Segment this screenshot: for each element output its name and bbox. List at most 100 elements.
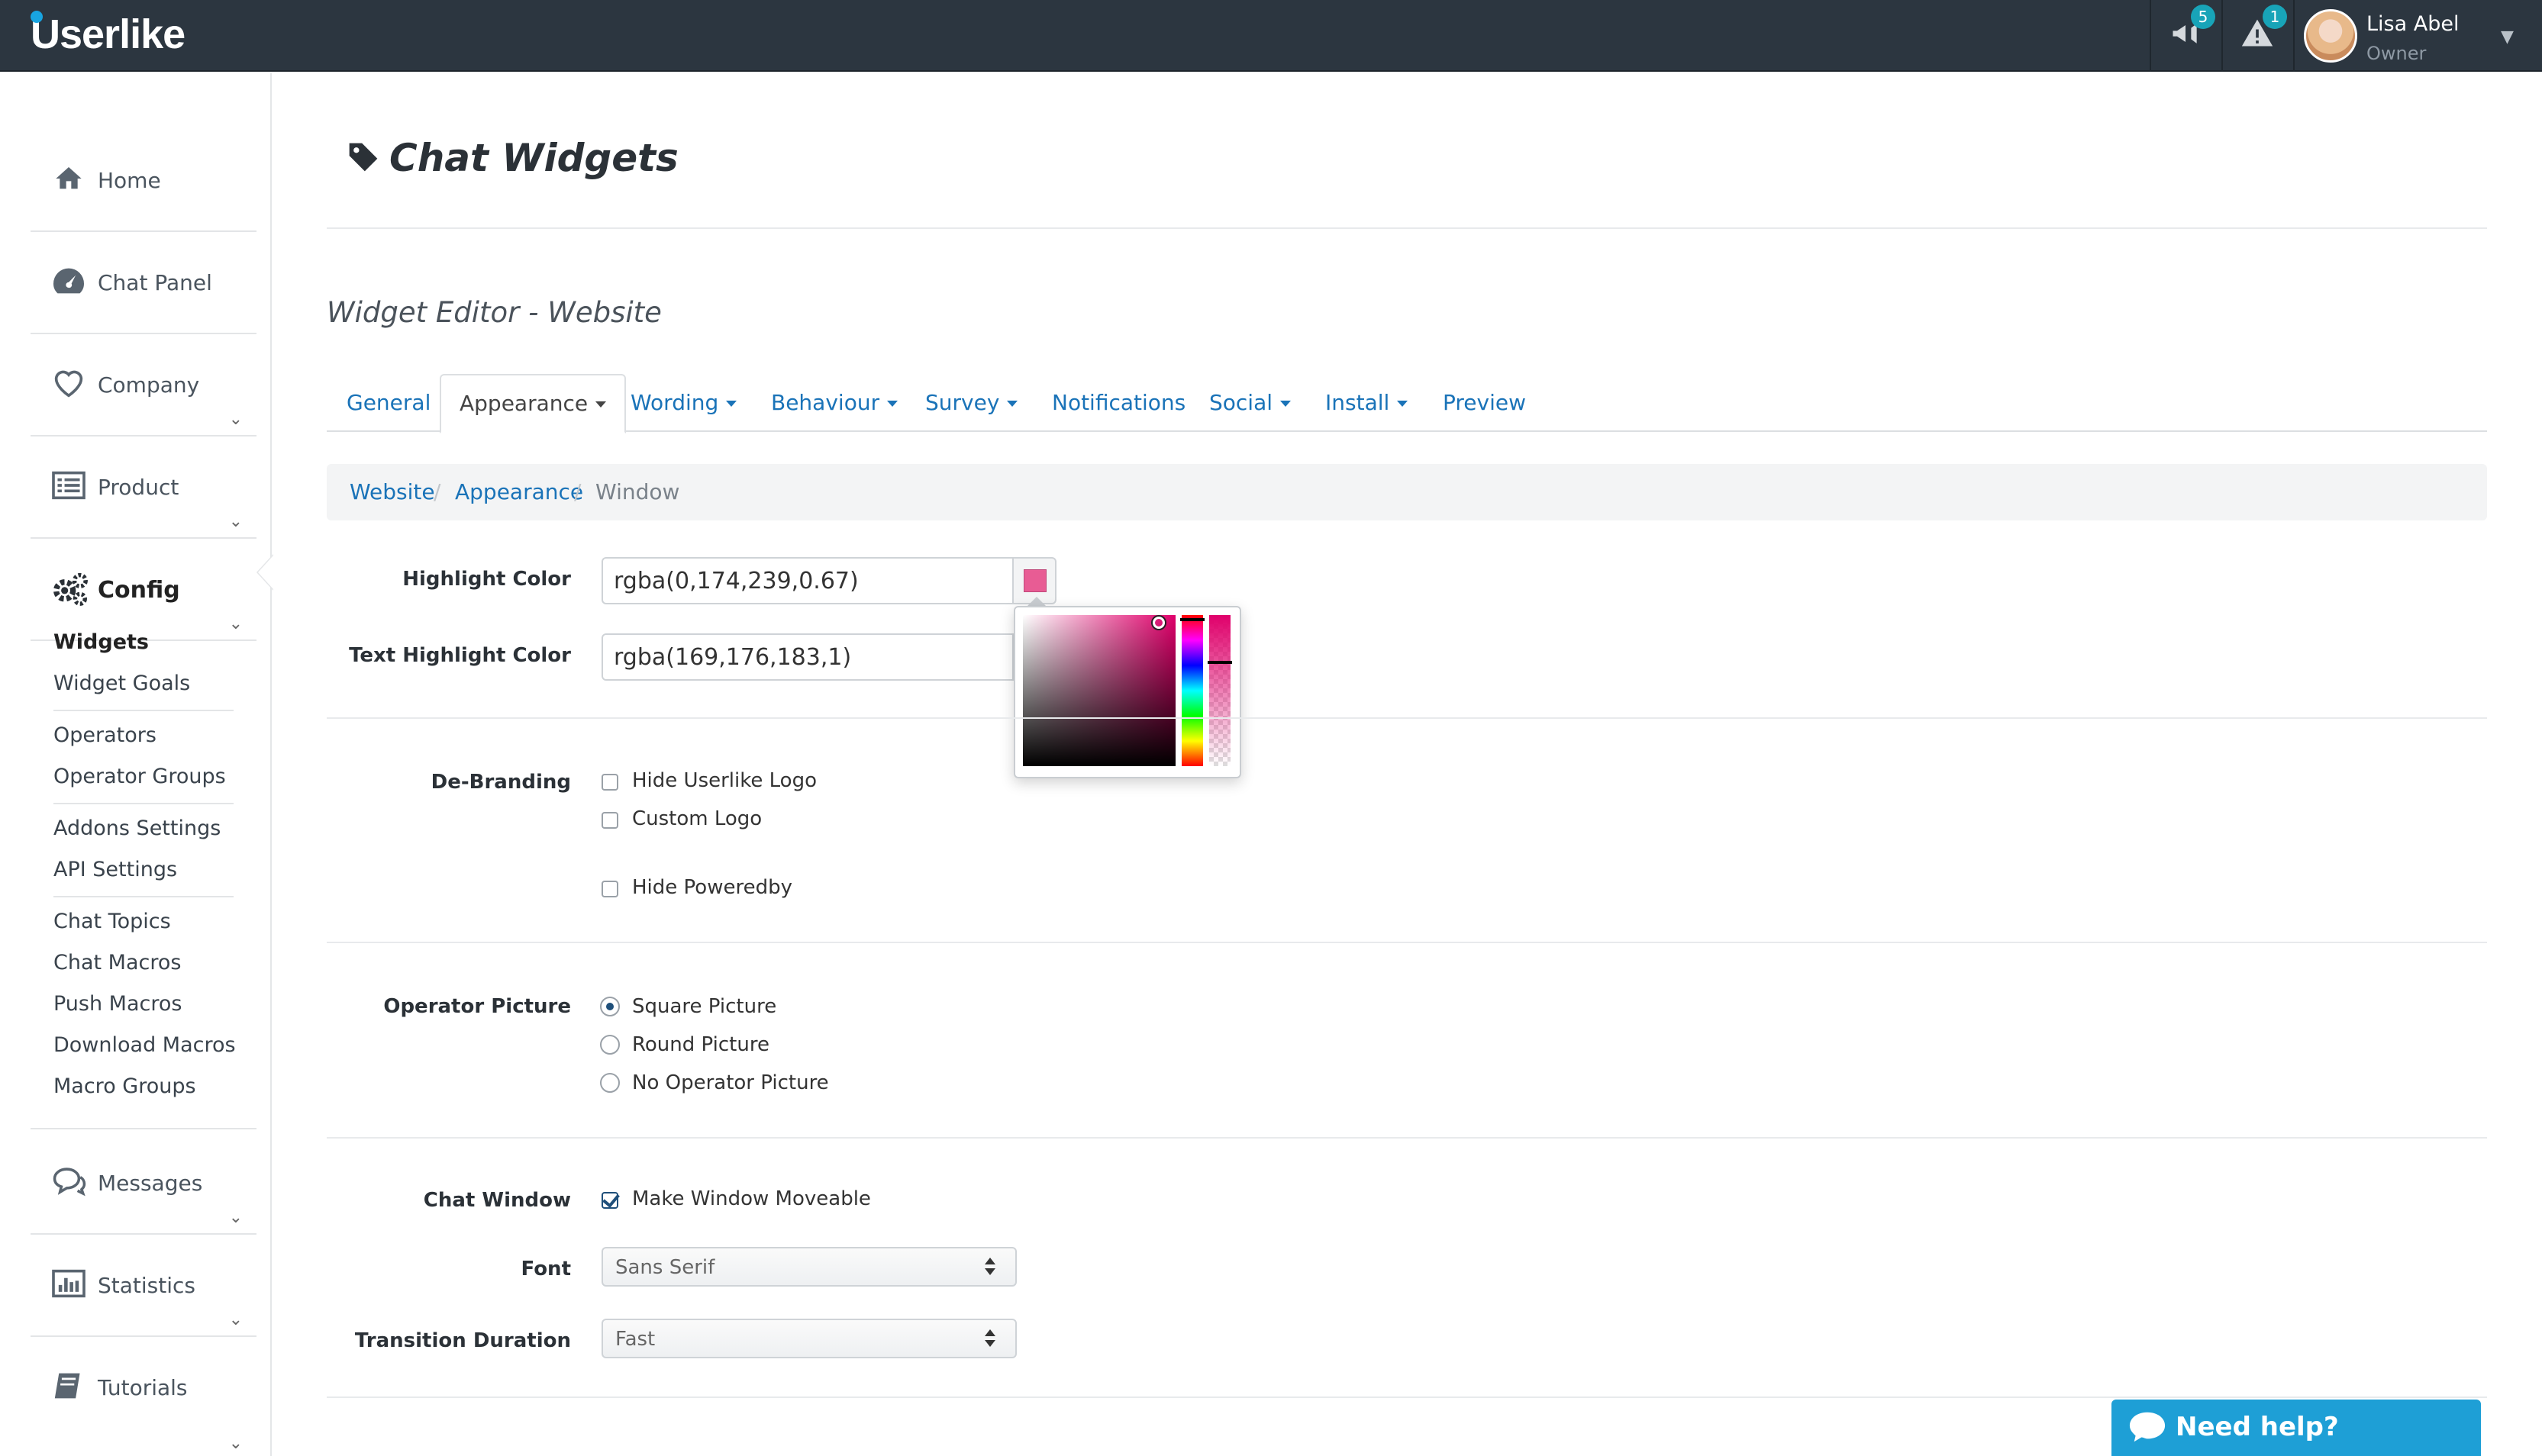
select-arrows-icon xyxy=(985,1258,995,1277)
section-subtitle: Widget Editor - Website xyxy=(327,296,662,329)
hue-slider[interactable] xyxy=(1182,615,1203,766)
sidebar-subitem-widget-goals[interactable]: Widget Goals xyxy=(53,672,190,695)
alpha-slider[interactable] xyxy=(1209,615,1231,766)
chat-bubbles-icon xyxy=(52,1166,86,1197)
chevron-down-icon[interactable]: ⌄ xyxy=(229,512,243,531)
tab-wording[interactable]: Wording xyxy=(631,374,737,432)
chevron-down-icon[interactable]: ⌄ xyxy=(229,614,243,633)
breadcrumb: Website / Appearance / Window xyxy=(327,464,2487,520)
breadcrumb-appearance[interactable]: Appearance xyxy=(455,479,583,504)
sidebar-subitem-chat-macros[interactable]: Chat Macros xyxy=(53,951,181,974)
tab-label: Social xyxy=(1209,390,1273,415)
text-highlight-color-input[interactable]: rgba(169,176,183,1) xyxy=(602,633,1014,681)
font-select-value: Sans Serif xyxy=(615,1256,715,1279)
tab-label: Appearance xyxy=(460,391,589,416)
chat-window-label: Chat Window xyxy=(423,1189,571,1212)
caret-down-icon xyxy=(595,401,607,407)
need-help-button[interactable]: Need help? xyxy=(2111,1400,2481,1456)
sidebar-item-label: Company xyxy=(98,372,200,398)
select-arrows-icon xyxy=(985,1329,995,1349)
tab-survey[interactable]: Survey xyxy=(925,374,1018,432)
moveable-window-checkbox[interactable] xyxy=(602,1192,618,1209)
chat-bubble-icon xyxy=(2129,1412,2166,1442)
transition-select-value: Fast xyxy=(615,1328,656,1351)
color-picker-popover xyxy=(1014,606,1241,778)
picker-pointer xyxy=(1027,597,1046,606)
caret-down-icon xyxy=(1397,401,1408,407)
sidebar-item-home[interactable]: Home xyxy=(31,130,256,232)
tab-notifications[interactable]: Notifications xyxy=(1052,374,1186,432)
custom-logo-label: Custom Logo xyxy=(632,807,763,830)
breadcrumb-website[interactable]: Website xyxy=(350,479,435,504)
sidebar-subitem-api-settings[interactable]: API Settings xyxy=(53,858,177,881)
sidebar-item-company[interactable]: Company ⌄ xyxy=(31,334,256,436)
square-picture-radio[interactable] xyxy=(600,997,620,1016)
highlight-color-input[interactable]: rgba(0,174,239,0.67) xyxy=(602,557,1014,604)
logo-dot xyxy=(31,11,43,23)
chevron-down-icon[interactable]: ⌄ xyxy=(229,1434,243,1453)
square-picture-label: Square Picture xyxy=(632,995,777,1018)
user-role: Owner xyxy=(2366,43,2427,64)
tab-preview[interactable]: Preview xyxy=(1443,374,1526,432)
dashboard-icon xyxy=(52,266,85,296)
heart-icon xyxy=(52,368,85,398)
sidebar-item-label: Chat Panel xyxy=(98,270,212,295)
divider xyxy=(327,717,2487,719)
tab-label: Wording xyxy=(631,390,719,415)
sidebar-subitem-push-macros[interactable]: Push Macros xyxy=(53,992,182,1016)
text-highlight-color-label: Text Highlight Color xyxy=(349,644,571,667)
divider xyxy=(327,1396,2487,1398)
sidebar-item-label: Tutorials xyxy=(98,1375,188,1400)
chevron-down-icon[interactable]: ⌄ xyxy=(229,410,243,429)
tab-general[interactable]: General xyxy=(347,374,431,432)
announcements-badge: 5 xyxy=(2191,5,2215,29)
sidebar-subitem-operators[interactable]: Operators xyxy=(53,723,156,747)
tab-label: Install xyxy=(1325,390,1390,415)
tab-label: Behaviour xyxy=(771,390,880,415)
sidebar-item-tutorials[interactable]: Tutorials ⌄ xyxy=(31,1337,256,1453)
breadcrumb-separator: / xyxy=(434,479,441,504)
tab-behaviour[interactable]: Behaviour xyxy=(771,374,898,432)
sidebar-item-statistics[interactable]: Statistics ⌄ xyxy=(31,1235,256,1337)
no-picture-radio[interactable] xyxy=(600,1073,620,1093)
userlike-logo[interactable]: Userlike xyxy=(31,11,185,58)
sidebar-item-label: Home xyxy=(98,168,161,193)
chevron-down-icon[interactable]: ▼ xyxy=(2501,27,2514,47)
sidebar-subitem-chat-topics[interactable]: Chat Topics xyxy=(53,910,171,933)
need-help-label: Need help? xyxy=(2176,1412,2339,1442)
hide-logo-checkbox[interactable] xyxy=(602,774,618,791)
tab-appearance[interactable]: Appearance xyxy=(440,374,627,433)
tab-install[interactable]: Install xyxy=(1325,374,1408,432)
sidebar-item-label: Config xyxy=(98,577,180,604)
sidebar-item-product[interactable]: Product ⌄ xyxy=(31,436,256,539)
alerts-badge: 1 xyxy=(2263,5,2287,29)
round-picture-label: Round Picture xyxy=(632,1033,769,1056)
font-select[interactable]: Sans Serif xyxy=(602,1247,1017,1287)
tab-label: Survey xyxy=(925,390,1000,415)
chevron-down-icon[interactable]: ⌄ xyxy=(229,1310,243,1329)
saturation-handle[interactable] xyxy=(1153,617,1165,629)
alpha-handle[interactable] xyxy=(1208,661,1232,664)
round-picture-radio[interactable] xyxy=(600,1035,620,1055)
hide-poweredby-label: Hide Poweredby xyxy=(632,876,792,899)
debranding-label: De-Branding xyxy=(431,771,571,794)
sidebar-item-messages[interactable]: Messages ⌄ xyxy=(31,1132,256,1235)
gears-icon xyxy=(52,572,88,606)
hide-poweredby-checkbox[interactable] xyxy=(602,881,618,897)
moveable-window-label: Make Window Moveable xyxy=(632,1187,871,1210)
saturation-area[interactable] xyxy=(1023,615,1176,766)
sidebar-subitem-macro-groups[interactable]: Macro Groups xyxy=(53,1074,196,1098)
sidebar-subitem-download-macros[interactable]: Download Macros xyxy=(53,1033,236,1057)
sidebar-subitem-addons-settings[interactable]: Addons Settings xyxy=(53,817,221,840)
sidebar-item-label: Product xyxy=(98,475,179,500)
tab-social[interactable]: Social xyxy=(1209,374,1292,432)
custom-logo-checkbox[interactable] xyxy=(602,812,618,829)
sidebar-subitem-widgets[interactable]: Widgets xyxy=(53,630,149,654)
user-name[interactable]: Lisa Abel xyxy=(2366,12,2459,36)
caret-down-icon xyxy=(726,401,737,407)
hue-handle[interactable] xyxy=(1180,618,1205,621)
transition-duration-select[interactable]: Fast xyxy=(602,1319,1017,1358)
avatar[interactable] xyxy=(2304,9,2357,63)
home-icon xyxy=(52,163,85,194)
sidebar-item-chat-panel[interactable]: Chat Panel xyxy=(31,232,256,334)
